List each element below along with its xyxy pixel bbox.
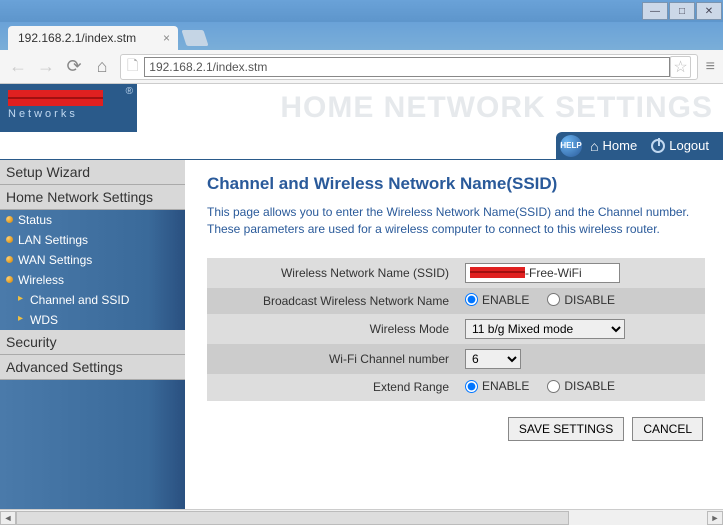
extend-disable-radio[interactable] (547, 380, 560, 393)
forward-icon[interactable]: → (36, 56, 56, 77)
page-description: This page allows you to enter the Wirele… (207, 204, 705, 238)
sidebar: Setup Wizard Home Network Settings Statu… (0, 160, 185, 520)
home-icon[interactable]: ⌂ (92, 56, 112, 77)
cancel-button[interactable]: CANCEL (632, 417, 703, 441)
browser-tab[interactable]: 192.168.2.1/index.stm × (8, 26, 178, 50)
sidebar-security[interactable]: Security (0, 330, 185, 355)
settings-form: Wireless Network Name (SSID) -Free-WiFi … (207, 258, 705, 401)
nav-home-label: Home (603, 138, 638, 153)
tab-title: 192.168.2.1/index.stm (18, 31, 136, 45)
broadcast-disable-option[interactable]: DISABLE (547, 293, 615, 307)
sidebar-sub-wds[interactable]: WDS (0, 310, 185, 330)
browser-toolbar: ← → ⟳ ⌂ 🗋 ☆ ≡ (0, 50, 723, 84)
scroll-left-arrow[interactable]: ◄ (0, 511, 16, 525)
sidebar-sub-channel-ssid[interactable]: Channel and SSID (0, 290, 185, 310)
label-mode: Wireless Mode (207, 314, 457, 344)
nav-logout-link[interactable]: Logout (645, 138, 715, 153)
window-close-button[interactable]: ✕ (696, 2, 722, 20)
brand-logo: ® Networks (0, 84, 137, 132)
url-input[interactable] (144, 57, 670, 77)
wireless-mode-select[interactable]: 11 b/g Mixed mode (465, 319, 625, 339)
channel-select[interactable]: 6 (465, 349, 521, 369)
power-icon (651, 139, 665, 153)
banner-title-text: HOME NETWORK SETTINGS (280, 91, 713, 125)
scroll-right-arrow[interactable]: ► (707, 511, 723, 525)
page-icon: 🗋 (127, 55, 138, 79)
sidebar-item-lan[interactable]: LAN Settings (0, 230, 185, 250)
broadcast-enable-radio[interactable] (465, 293, 478, 306)
page-banner: ® Networks HOME NETWORK SETTINGS (0, 84, 723, 132)
bookmark-star-icon[interactable]: ☆ (670, 56, 690, 78)
ssid-input[interactable] (465, 263, 620, 283)
sidebar-item-status[interactable]: Status (0, 210, 185, 230)
nav-logout-label: Logout (669, 138, 709, 153)
label-broadcast: Broadcast Wireless Network Name (207, 288, 457, 315)
main-content: Channel and Wireless Network Name(SSID) … (185, 160, 723, 520)
broadcast-enable-option[interactable]: ENABLE (465, 293, 529, 307)
reload-icon[interactable]: ⟳ (64, 56, 84, 77)
extend-enable-option[interactable]: ENABLE (465, 379, 529, 393)
sidebar-home-network[interactable]: Home Network Settings (0, 185, 185, 210)
save-settings-button[interactable]: SAVE SETTINGS (508, 417, 624, 441)
brand-subtitle: Networks (8, 108, 129, 120)
back-icon[interactable]: ← (8, 56, 28, 77)
scroll-track[interactable] (16, 511, 707, 525)
address-bar[interactable]: 🗋 ☆ (120, 54, 698, 80)
scroll-thumb[interactable] (16, 511, 569, 525)
broadcast-disable-radio[interactable] (547, 293, 560, 306)
button-row: SAVE SETTINGS CANCEL (207, 417, 705, 441)
sidebar-advanced[interactable]: Advanced Settings (0, 355, 185, 380)
horizontal-scrollbar[interactable]: ◄ ► (0, 509, 723, 525)
extend-disable-option[interactable]: DISABLE (547, 379, 615, 393)
page-content: ® Networks HOME NETWORK SETTINGS HELP ⌂ … (0, 84, 723, 525)
nav-home-link[interactable]: ⌂ Home (584, 138, 643, 154)
brand-redacted (8, 90, 103, 106)
label-channel: Wi-Fi Channel number (207, 344, 457, 374)
browser-menu-icon[interactable]: ≡ (706, 58, 715, 76)
sidebar-setup-wizard[interactable]: Setup Wizard (0, 160, 185, 185)
label-extend: Extend Range (207, 374, 457, 401)
trademark-symbol: ® (126, 86, 133, 97)
sidebar-item-wan[interactable]: WAN Settings (0, 250, 185, 270)
close-tab-icon[interactable]: × (163, 31, 170, 45)
extend-enable-radio[interactable] (465, 380, 478, 393)
banner-title: HOME NETWORK SETTINGS (137, 84, 723, 132)
window-minimize-button[interactable]: — (642, 2, 668, 20)
house-icon: ⌂ (590, 138, 598, 154)
new-tab-button[interactable] (181, 30, 208, 46)
sidebar-item-wireless[interactable]: Wireless (0, 270, 185, 290)
page-heading: Channel and Wireless Network Name(SSID) (207, 174, 705, 194)
help-icon[interactable]: HELP (560, 135, 582, 157)
window-maximize-button[interactable]: □ (669, 2, 695, 20)
browser-tab-strip: 192.168.2.1/index.stm × (0, 22, 723, 50)
label-ssid: Wireless Network Name (SSID) (207, 258, 457, 288)
top-nav: HELP ⌂ Home Logout (0, 132, 723, 160)
